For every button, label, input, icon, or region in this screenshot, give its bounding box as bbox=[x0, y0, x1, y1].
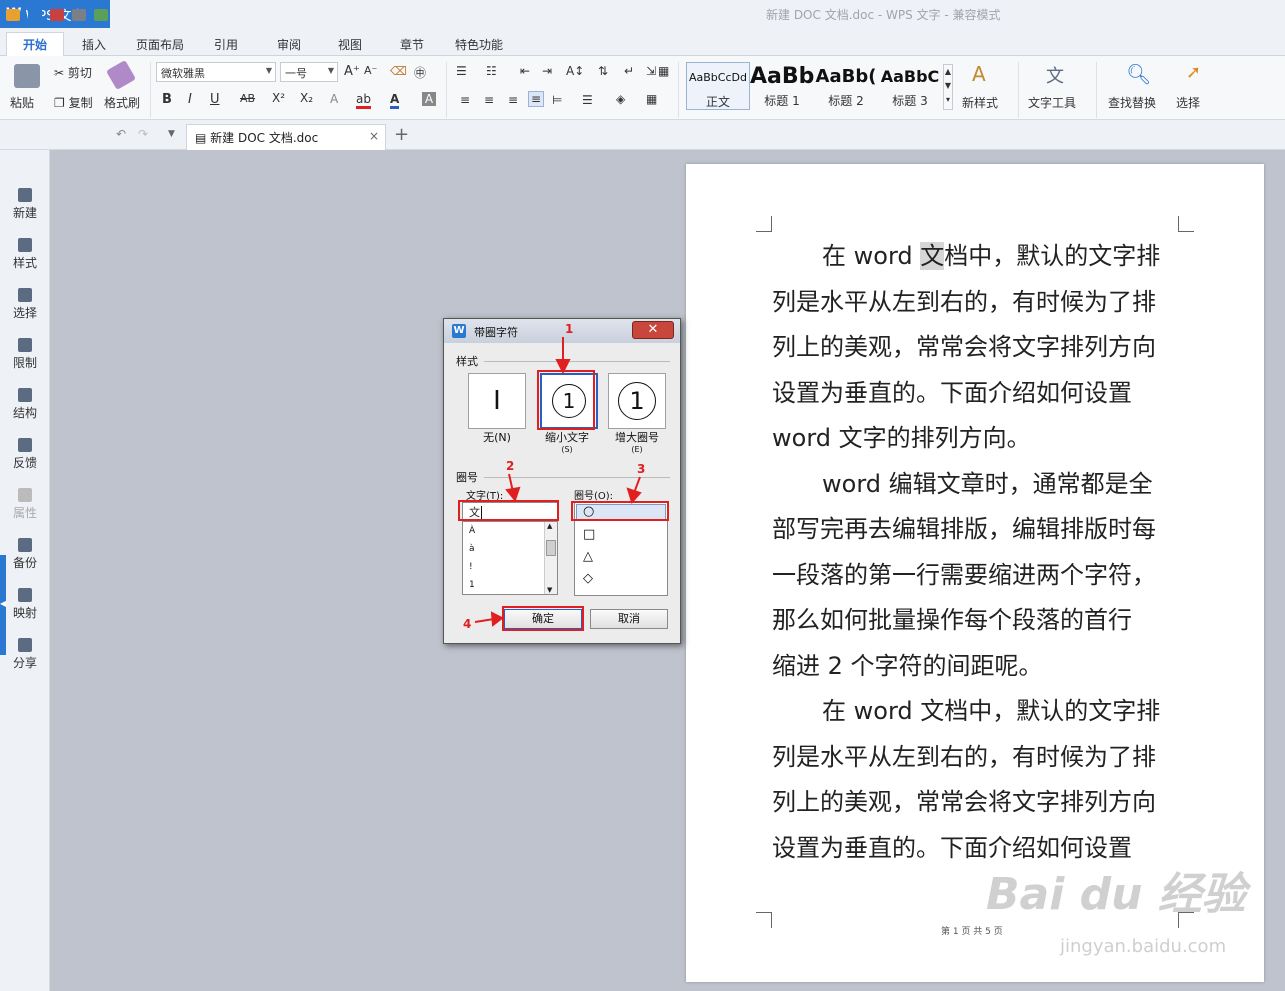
arrowhead-icon bbox=[490, 611, 504, 627]
annotation-arrow bbox=[474, 618, 495, 623]
arrowhead-icon bbox=[555, 359, 571, 375]
baidu-watermark-logo: Bai du 经验 bbox=[986, 869, 1246, 920]
arrowhead-icon bbox=[626, 487, 642, 504]
annotation-arrows bbox=[474, 337, 642, 627]
arrowhead-icon bbox=[505, 486, 521, 503]
watermark-url: jingyan.baidu.com bbox=[1060, 936, 1227, 957]
